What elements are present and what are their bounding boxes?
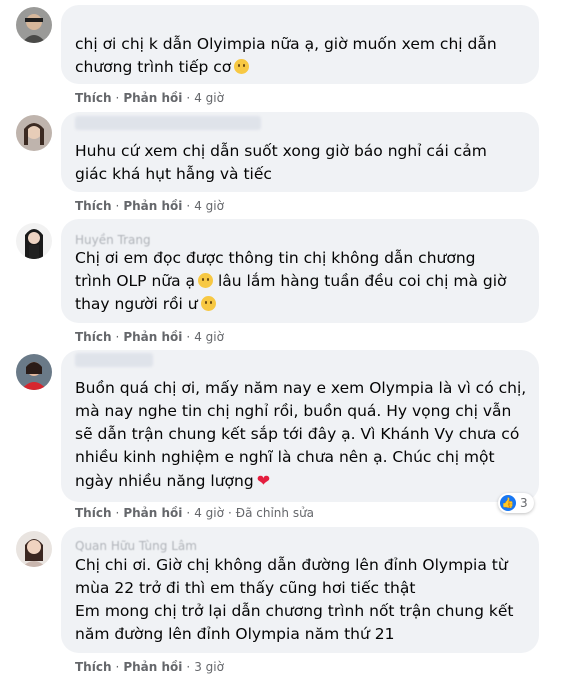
like-link[interactable]: Thích xyxy=(75,199,112,213)
author-name[interactable] xyxy=(75,116,261,130)
avatar[interactable] xyxy=(16,115,52,151)
comment-bubble: Buồn quá chị ơi, mấy năm nay e xem Olymp… xyxy=(61,350,539,502)
timestamp[interactable]: 4 giờ xyxy=(194,330,224,344)
comment-text-line: ngày nhiều năng lượng xyxy=(75,472,254,490)
comment-text-line: Chị chi ơi. Giờ chị không dẫn đường lên … xyxy=(75,556,508,574)
reaction-count-value: 3 xyxy=(520,496,528,510)
author-name[interactable] xyxy=(75,353,153,367)
timestamp[interactable]: 3 giờ xyxy=(194,660,224,674)
timestamp[interactable]: 4 giờ xyxy=(194,199,224,213)
sad-emoji-icon xyxy=(234,59,250,74)
reply-link[interactable]: Phản hồi xyxy=(123,660,182,674)
comment-text-line: sẽ dẫn trận chung kết sắp tới đây ạ. Vì … xyxy=(75,425,520,443)
avatar[interactable] xyxy=(16,223,52,259)
reply-link[interactable]: Phản hồi xyxy=(123,199,182,213)
comment-actions: Thích · Phản hồi · 4 giờ xyxy=(75,91,224,105)
reply-link[interactable]: Phản hồi xyxy=(123,506,182,520)
comment-text-line: giác khá hụt hẫng và tiếc xyxy=(75,165,272,183)
avatar[interactable] xyxy=(16,7,52,43)
comment-text-line: năm đường lên đỉnh Olympia năm thứ 21 xyxy=(75,625,395,643)
like-link[interactable]: Thích xyxy=(75,91,112,105)
comment-text-line: nhiều kinh nghiệm e nghĩ là chưa nên ạ. … xyxy=(75,448,495,466)
comment-text-line: Em mong chị trở lại dẫn chương trình nốt… xyxy=(75,602,514,620)
comment-text-line: trình OLP nữa ạ xyxy=(75,272,196,290)
comment-text-line: chương trình tiếp cơ xyxy=(75,58,232,76)
author-name[interactable]: Quan Hữu Tùng Lâm xyxy=(75,539,197,553)
author-name[interactable]: Huyền Trang xyxy=(75,233,151,247)
reply-link[interactable]: Phản hồi xyxy=(123,330,182,344)
comment-bubble: Huyền Trang Chị ơi em đọc được thông tin… xyxy=(61,219,539,323)
like-link[interactable]: Thích xyxy=(75,330,112,344)
comment-text-line: Chị ơi em đọc được thông tin chị không d… xyxy=(75,249,476,267)
heart-icon: ❤ xyxy=(256,471,271,490)
comment-bubble: Quan Hữu Tùng Lâm Chị chi ơi. Giờ chị kh… xyxy=(61,527,539,653)
comment-text-line: mùa 22 trở đi thì em thấy cũng hơi tiếc … xyxy=(75,579,416,597)
comment-actions: Thích · Phản hồi · 4 giờ xyxy=(75,330,224,344)
comment-text-line: thay người rồi ư xyxy=(75,295,198,313)
comment-text-line: chị ơi chị k dẫn Olyimpia nữa ạ, giờ muố… xyxy=(75,35,497,53)
comment-text-line: Huhu cứ xem chị dẫn suốt xong giờ báo ng… xyxy=(75,142,487,160)
comment-bubble: chị ơi chị k dẫn Olyimpia nữa ạ, giờ muố… xyxy=(61,5,539,84)
comment-actions: Thích · Phản hồi · 3 giờ xyxy=(75,660,224,674)
comment-actions: Thích · Phản hồi · 4 giờ · Đã chỉnh sửa xyxy=(75,506,315,520)
comment-actions: Thích · Phản hồi · 4 giờ xyxy=(75,199,224,213)
avatar[interactable] xyxy=(16,354,52,390)
comment-text-line: mà nay nghe tin chị nghỉ rồi, buồn quá. … xyxy=(75,402,512,420)
crying-emoji-icon xyxy=(200,296,216,311)
comment-text-line: Buồn quá chị ơi, mấy năm nay e xem Olymp… xyxy=(75,379,527,397)
reaction-count[interactable]: 👍 3 xyxy=(498,493,534,513)
like-link[interactable]: Thích xyxy=(75,506,112,520)
avatar[interactable] xyxy=(16,531,52,567)
comment-text-line: lâu lắm hàng tuần đều coi chị mà giờ xyxy=(217,272,507,290)
comment-bubble: Huhu cứ xem chị dẫn suốt xong giờ báo ng… xyxy=(61,112,539,192)
reply-link[interactable]: Phản hồi xyxy=(123,91,182,105)
disappointed-emoji-icon xyxy=(198,273,214,288)
edited-label[interactable]: Đã chỉnh sửa xyxy=(236,506,314,520)
like-link[interactable]: Thích xyxy=(75,660,112,674)
like-reaction-icon: 👍 xyxy=(500,495,516,511)
timestamp[interactable]: 4 giờ xyxy=(194,91,224,105)
timestamp[interactable]: 4 giờ xyxy=(194,506,224,520)
